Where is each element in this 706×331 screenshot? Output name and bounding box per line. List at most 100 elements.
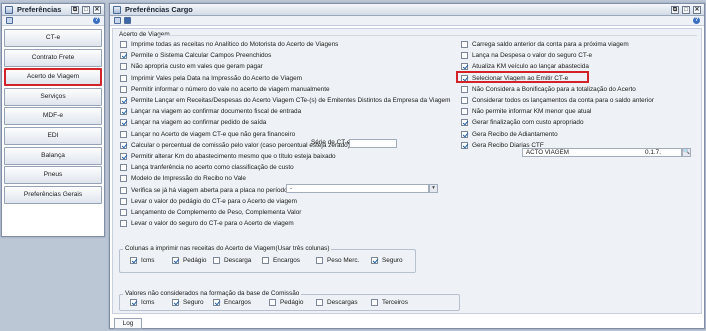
nav-item-pneus[interactable]: Pneus (4, 166, 102, 185)
checkbox[interactable] (120, 175, 127, 183)
checkbox[interactable] (172, 299, 179, 306)
group-option[interactable]: Icms (130, 256, 155, 265)
checkbox[interactable] (371, 299, 378, 306)
option-row[interactable]: Lançar no Acerto de viagem CT-e que não … (120, 130, 295, 139)
option-row[interactable]: Lança na Despesa o valor do seguro CT-e (461, 51, 592, 60)
nav-item-edi[interactable]: EDI (4, 126, 102, 145)
checkbox[interactable] (316, 299, 323, 306)
checkbox[interactable] (461, 141, 468, 149)
group-option[interactable]: Pedágio (172, 256, 206, 265)
checkbox[interactable] (120, 130, 127, 138)
checkbox[interactable] (461, 108, 468, 116)
checkbox[interactable] (130, 257, 137, 264)
option-row[interactable]: Lança tranferência no acerto como classi… (120, 163, 294, 172)
checkbox[interactable] (120, 85, 127, 93)
option-row[interactable]: Gerar finalização com custo apropriado (461, 118, 584, 127)
option-row[interactable]: Imprime todas as receitas no Analítico d… (120, 40, 338, 49)
option-row[interactable]: Não permite informar KM menor que atual (461, 107, 591, 116)
checkbox[interactable] (120, 52, 127, 60)
option-row[interactable]: Levar o valor do pedágio do CT-e para o … (120, 197, 297, 206)
checkbox[interactable] (371, 257, 378, 264)
checkbox[interactable] (213, 299, 220, 306)
checkbox[interactable] (130, 299, 137, 306)
preferences-title: Preferências (17, 5, 62, 14)
checkbox[interactable] (461, 97, 468, 104)
checkbox[interactable] (120, 141, 127, 149)
help-icon[interactable]: ? (93, 17, 100, 24)
maximize-icon[interactable]: □ (682, 5, 690, 14)
checkbox[interactable] (120, 97, 127, 104)
nav-item-ct-e[interactable]: CT-e (4, 29, 102, 47)
nav-item-balan-a[interactable]: Balança (4, 146, 102, 165)
option-row[interactable]: Permite Lançar em Receitas/Despesas do A… (120, 96, 450, 105)
option-row[interactable]: Gera Recibo de Adiantamento (461, 130, 558, 139)
nav-item-contrato-frete[interactable]: Contrato Frete (4, 48, 102, 67)
group-option[interactable]: Terceiros (371, 298, 408, 307)
help-icon[interactable]: ? (693, 17, 700, 24)
save-icon[interactable] (124, 17, 131, 24)
serie-cte-input[interactable] (349, 139, 397, 148)
checkbox[interactable] (120, 41, 127, 48)
checkbox[interactable] (120, 119, 127, 127)
checkbox[interactable] (461, 119, 468, 127)
restore-icon[interactable]: ⧉ (71, 5, 79, 14)
nav-item-mdf-e[interactable]: MDF-e (4, 107, 102, 126)
close-icon[interactable]: ✕ (693, 5, 701, 14)
group-option[interactable]: Descargas (316, 298, 358, 307)
group-option[interactable]: Seguro (172, 298, 204, 307)
close-icon[interactable]: ✕ (93, 5, 101, 14)
window-toolbar-icon[interactable] (6, 17, 13, 24)
option-row[interactable]: Permitir informar o número do vale no ac… (120, 85, 330, 94)
option-row[interactable]: Não apropria custo em vales que geram pa… (120, 62, 263, 71)
checkbox[interactable] (262, 257, 269, 264)
maximize-icon[interactable]: □ (82, 5, 90, 14)
group-option[interactable]: Encargos (213, 298, 251, 307)
window-toolbar-icon[interactable] (114, 17, 121, 24)
option-row[interactable]: Lançar na viagem ao confirmar documento … (120, 107, 301, 116)
checkbox[interactable] (120, 164, 127, 172)
option-row[interactable]: Não Considera a Bonificação para a total… (461, 85, 636, 94)
option-row[interactable]: Verifica se já há viagem aberta para a p… (120, 186, 288, 195)
group-option[interactable]: Pedágio (269, 298, 303, 307)
group-option[interactable]: Seguro (371, 256, 403, 265)
group-option[interactable]: Descarga (213, 256, 251, 265)
checkbox[interactable] (172, 257, 179, 264)
group-option[interactable]: Encargos (262, 256, 300, 265)
option-row[interactable]: Permite o Sistema Calcular Campos Preenc… (120, 51, 271, 60)
checkbox[interactable] (461, 41, 468, 48)
option-row[interactable]: Lançamento de Complemento de Peso, Compl… (120, 208, 301, 217)
settings-panel: Acerto de Viagem Imprime todas as receit… (112, 28, 702, 314)
nav-item-acerto-de-viagem[interactable]: Acerto de Viagem (4, 68, 102, 87)
checkbox[interactable] (120, 153, 127, 160)
option-row[interactable]: Considerar todos os lançamentos da conta… (461, 96, 654, 105)
checkbox[interactable] (120, 197, 127, 205)
option-row[interactable]: Lançar na viagem ao confirmar pedido de … (120, 118, 266, 127)
checkbox[interactable] (213, 257, 220, 264)
option-row[interactable]: Levar o valor do seguro do CT-e para o A… (120, 219, 294, 228)
checkbox[interactable] (120, 209, 127, 216)
checkbox[interactable] (120, 186, 127, 194)
tab-log[interactable]: Log (114, 318, 142, 329)
checkbox[interactable] (461, 63, 468, 71)
option-row[interactable]: Modelo de Impressão do Recibo no Vale (120, 174, 246, 183)
checkbox[interactable] (269, 299, 276, 306)
checkbox[interactable] (120, 63, 127, 71)
search-icon[interactable]: 🔍 (682, 148, 691, 157)
checkbox[interactable] (120, 108, 127, 116)
group-option[interactable]: Peso Merc. (316, 256, 359, 265)
nav-item-prefer-ncias-gerais[interactable]: Preferências Gerais (4, 185, 102, 204)
nav-item-servi-os[interactable]: Serviços (4, 87, 102, 106)
option-row[interactable]: Carrega saldo anterior da conta para a p… (461, 40, 629, 49)
checkbox[interactable] (461, 130, 468, 138)
checkbox[interactable] (316, 257, 323, 264)
group-option[interactable]: Icms (130, 298, 155, 307)
checkbox[interactable] (461, 52, 468, 60)
option-row[interactable]: Imprimir Vales pela Data na Impressão do… (120, 74, 302, 83)
checkbox[interactable] (461, 85, 468, 93)
restore-icon[interactable]: ⧉ (671, 5, 679, 14)
checkbox[interactable] (120, 220, 127, 228)
option-row[interactable]: Permitir alterar Km do abastecimento mes… (120, 152, 336, 161)
chevron-down-icon[interactable]: ▾ (429, 184, 438, 193)
modelo-recibo-select[interactable]: - (286, 184, 429, 193)
checkbox[interactable] (120, 74, 127, 82)
